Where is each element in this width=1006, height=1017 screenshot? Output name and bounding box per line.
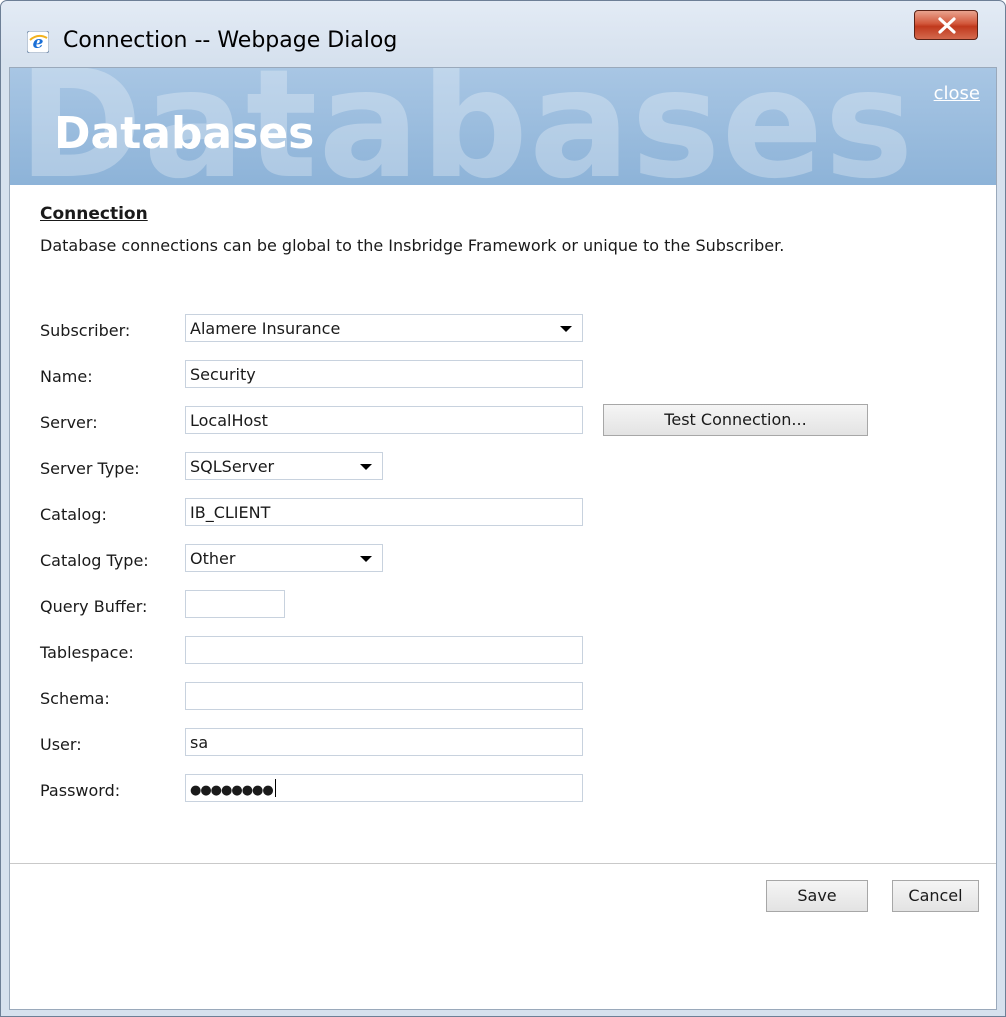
- text-cursor: [274, 779, 276, 797]
- name-label: Name:: [40, 367, 93, 386]
- close-link[interactable]: close: [934, 83, 980, 104]
- catalog-value: IB_CLIENT: [190, 503, 271, 522]
- dialog-content: Databases Databases close Connection Dat…: [9, 67, 997, 1010]
- section-description: Database connections can be global to th…: [40, 236, 785, 255]
- server-type-label: Server Type:: [40, 459, 140, 478]
- window-close-button[interactable]: [914, 10, 978, 40]
- subscriber-label: Subscriber:: [40, 321, 131, 340]
- schema-label: Schema:: [40, 689, 110, 708]
- server-input[interactable]: LocalHost: [185, 406, 583, 434]
- user-value: sa: [190, 733, 209, 752]
- save-button[interactable]: Save: [766, 880, 868, 912]
- password-input[interactable]: ●●●●●●●●: [185, 774, 583, 802]
- schema-input[interactable]: [185, 682, 583, 710]
- test-connection-button[interactable]: Test Connection...: [603, 404, 868, 436]
- tablespace-input[interactable]: [185, 636, 583, 664]
- server-label: Server:: [40, 413, 98, 432]
- catalog-input[interactable]: IB_CLIENT: [185, 498, 583, 526]
- close-x-icon: [938, 17, 956, 34]
- query-buffer-label: Query Buffer:: [40, 597, 148, 616]
- password-value: ●●●●●●●●: [190, 783, 274, 798]
- dialog-window: e Connection -- Webpage Dialog Databases…: [0, 0, 1006, 1017]
- password-label: Password:: [40, 781, 121, 800]
- name-value: Security: [190, 365, 256, 384]
- title-bar: e Connection -- Webpage Dialog: [1, 1, 1005, 67]
- chevron-down-icon: [360, 556, 372, 562]
- subscriber-select[interactable]: Alamere Insurance: [185, 314, 583, 342]
- header-banner: Databases Databases close: [10, 68, 996, 185]
- query-buffer-input[interactable]: [185, 590, 285, 618]
- ie-icon: e: [26, 30, 50, 54]
- chevron-down-icon: [560, 326, 572, 332]
- tablespace-label: Tablespace:: [40, 643, 134, 662]
- subscriber-value: Alamere Insurance: [190, 319, 341, 338]
- footer-divider: [10, 863, 996, 864]
- user-label: User:: [40, 735, 82, 754]
- user-input[interactable]: sa: [185, 728, 583, 756]
- catalog-type-label: Catalog Type:: [40, 551, 149, 570]
- window-title: Connection -- Webpage Dialog: [63, 28, 398, 53]
- server-type-value: SQLServer: [190, 457, 275, 476]
- chevron-down-icon: [360, 464, 372, 470]
- section-heading: Connection: [40, 204, 148, 224]
- server-value: LocalHost: [190, 411, 268, 430]
- catalog-label: Catalog:: [40, 505, 107, 524]
- catalog-type-select[interactable]: Other: [185, 544, 383, 572]
- server-type-select[interactable]: SQLServer: [185, 452, 383, 480]
- cancel-button[interactable]: Cancel: [892, 880, 979, 912]
- name-input[interactable]: Security: [185, 360, 583, 388]
- banner-title: Databases: [54, 108, 315, 159]
- catalog-type-value: Other: [190, 549, 236, 568]
